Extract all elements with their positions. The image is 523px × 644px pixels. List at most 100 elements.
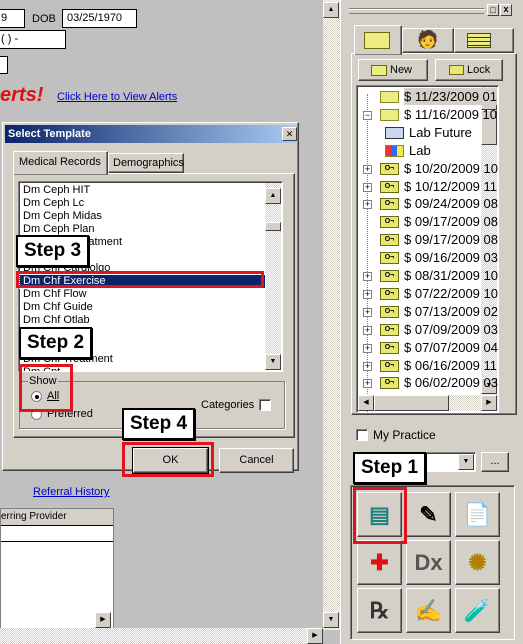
- scroll-down-button[interactable]: ▼: [323, 612, 339, 628]
- table-row[interactable]: [1, 526, 113, 542]
- locked-folder-icon: O¬: [380, 216, 399, 229]
- list-item[interactable]: Dm Chf Flow: [23, 288, 87, 301]
- expand-icon[interactable]: +: [363, 307, 372, 317]
- expand-icon[interactable]: +: [363, 182, 372, 192]
- lab-tubes-button[interactable]: 🧪: [455, 588, 500, 633]
- view-alerts-link[interactable]: Click Here to View Alerts: [57, 91, 177, 103]
- visit-tree[interactable]: ▲ ▼ ◀ ▶ $ 11/23/2009 01−$ 11/16/2009 10L…: [356, 85, 499, 413]
- lab-tubes-icon: 🧪: [463, 597, 492, 623]
- referral-history-link[interactable]: Referral History: [33, 486, 109, 498]
- list-item[interactable]: Dm Ceph Midas: [23, 210, 102, 223]
- tree-item-label: $ 07/07/2009 04: [404, 339, 498, 355]
- folder-icon: [380, 108, 399, 121]
- table-scroll-right[interactable]: ▶: [95, 612, 111, 628]
- panel-grip[interactable]: [349, 8, 484, 14]
- tree-item-label: $ 11/16/2009 10: [404, 106, 498, 122]
- my-practice-label: My Practice: [373, 428, 436, 442]
- tree-scroll-right[interactable]: ▶: [481, 395, 497, 411]
- dialog-close-button[interactable]: ✕: [282, 127, 297, 141]
- note-pen-icon: ✎: [419, 501, 438, 527]
- tree-item-label: $ 09/16/2009 03: [404, 250, 498, 266]
- scroll-right-button[interactable]: ▶: [307, 628, 323, 644]
- tab-person[interactable]: 🧑: [402, 28, 454, 53]
- tab-list[interactable]: [454, 28, 514, 53]
- tree-item-label: $ 07/22/2009 10: [404, 285, 498, 301]
- folder-icon: [364, 32, 390, 49]
- tree-item-label: Lab Future: [409, 124, 472, 140]
- tab-demographics[interactable]: Demographics: [108, 153, 184, 173]
- tree-item-label: $ 06/16/2009 11: [404, 357, 498, 373]
- tab-folders[interactable]: [354, 25, 402, 55]
- expand-icon[interactable]: +: [363, 379, 372, 389]
- new-folder-icon: [371, 64, 387, 76]
- scroll-up-button[interactable]: ▲: [323, 2, 339, 18]
- injection-red-cross-button[interactable]: ✚: [357, 540, 402, 585]
- list-item[interactable]: Dm Ceph HIT: [23, 184, 90, 197]
- step3-label: Step 3: [16, 235, 90, 267]
- locked-folder-icon: O¬: [380, 323, 399, 336]
- list-scroll-down[interactable]: ▼: [265, 354, 281, 370]
- expand-icon[interactable]: +: [363, 200, 372, 210]
- alerts-heading: erts!: [0, 84, 44, 106]
- expand-icon[interactable]: +: [363, 361, 372, 371]
- list-scroll-thumb[interactable]: [265, 222, 281, 231]
- rx-mortar-button[interactable]: ℞: [357, 588, 402, 633]
- referral-table: erring Provider ▶: [0, 508, 114, 630]
- collapse-icon[interactable]: −: [363, 110, 372, 120]
- panel-close-button[interactable]: x: [500, 4, 512, 16]
- panel-restore-button[interactable]: □: [487, 4, 499, 16]
- expand-icon[interactable]: +: [363, 289, 372, 299]
- expand-icon[interactable]: +: [363, 272, 372, 281]
- referral-form-button[interactable]: ✍: [406, 588, 451, 633]
- tab-medical-records[interactable]: Medical Records: [13, 151, 108, 175]
- new-button[interactable]: New: [358, 59, 428, 81]
- dialog-title: Select Template: [8, 128, 91, 140]
- list-item[interactable]: Dm Ceph Lc: [23, 197, 84, 210]
- dx-scroll-icon: Dx: [414, 549, 443, 575]
- step1-highlight: [353, 487, 407, 544]
- tree-item-label: $ 09/17/2009 08: [404, 232, 498, 248]
- locked-folder-icon: O¬: [380, 198, 399, 211]
- tree-scroll-left[interactable]: ◀: [358, 395, 374, 411]
- locked-folder-icon: O¬: [380, 341, 399, 354]
- locked-folder-icon: O¬: [380, 287, 399, 300]
- rx-mortar-icon: ℞: [369, 597, 390, 623]
- document-chart-button[interactable]: 📄: [455, 492, 500, 537]
- list-item[interactable]: Dm Chf Guide: [23, 301, 93, 314]
- main-vertical-scrollbar[interactable]: [323, 0, 340, 630]
- list-item[interactable]: Dm Chf Otlab: [23, 314, 90, 327]
- categories-checkbox[interactable]: [259, 399, 271, 411]
- step4-label: Step 4: [122, 408, 196, 440]
- tree-item-label: Lab: [409, 142, 431, 158]
- locked-folder-icon: O¬: [380, 270, 399, 282]
- expand-icon[interactable]: +: [363, 343, 372, 353]
- combo-dropdown-arrow[interactable]: ▼: [458, 454, 474, 470]
- lab-tubes-icon: [385, 144, 404, 157]
- list-scroll-up[interactable]: ▲: [265, 188, 281, 204]
- dob-field[interactable]: 03/25/1970: [62, 9, 137, 28]
- dx-scroll-button[interactable]: Dx: [406, 540, 451, 585]
- step2-highlight: [19, 364, 73, 412]
- step1-label: Step 1: [353, 452, 427, 484]
- tree-item-label: $ 11/23/2009 01: [404, 88, 498, 105]
- locked-folder-icon: O¬: [380, 162, 399, 175]
- expand-icon[interactable]: +: [363, 325, 372, 335]
- list-scrollbar[interactable]: [265, 183, 281, 370]
- note-pen-button[interactable]: ✎: [406, 492, 451, 537]
- lock-button[interactable]: Lock: [435, 59, 503, 81]
- cancel-button[interactable]: Cancel: [219, 448, 294, 473]
- phone-field[interactable]: ( ) -: [0, 30, 66, 49]
- ellipsis-button[interactable]: ...: [481, 452, 509, 472]
- main-horizontal-scrollbar[interactable]: [0, 628, 323, 644]
- injection-red-cross-icon: ✚: [370, 549, 389, 575]
- tree-item-label: $ 07/09/2009 03: [404, 321, 498, 337]
- allergy-button[interactable]: ✺: [455, 540, 500, 585]
- form-icon: [385, 126, 404, 139]
- my-practice-checkbox[interactable]: [356, 429, 368, 441]
- dialog-title-bar: Select Template: [5, 125, 296, 143]
- expand-icon[interactable]: +: [363, 164, 372, 174]
- list-icon: [467, 33, 491, 48]
- patient-id-field[interactable]: 9: [0, 9, 25, 28]
- tree-hscroll-thumb[interactable]: [374, 395, 449, 411]
- small-field[interactable]: [0, 56, 8, 74]
